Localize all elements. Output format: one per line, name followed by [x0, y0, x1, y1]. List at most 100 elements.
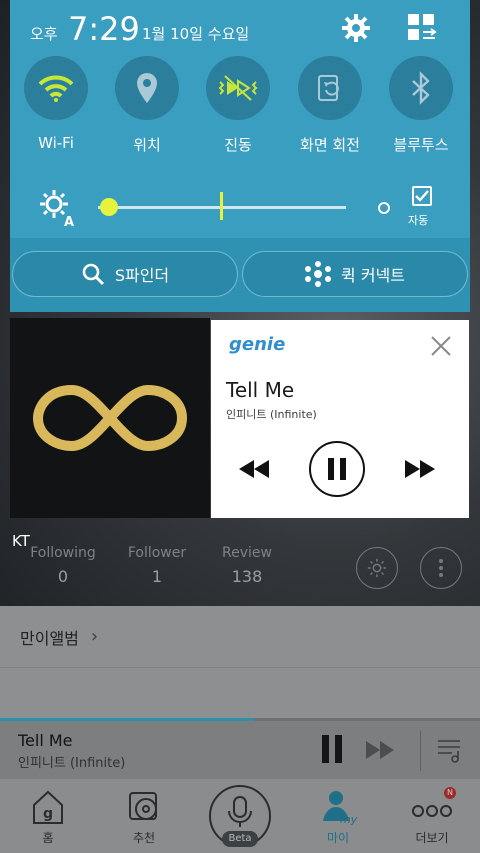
toggle-location-circle [115, 56, 179, 120]
nav-more[interactable]: N 더보기 [392, 779, 472, 853]
svg-text:A: A [64, 215, 74, 228]
clock-time: 7:29 [68, 10, 140, 48]
carrier-label: KT [12, 532, 30, 550]
s-finder-button[interactable]: S파인더 [12, 251, 238, 297]
playlist-button[interactable] [436, 737, 468, 763]
brightness-auto-icon: A [40, 190, 74, 228]
s-finder-label: S파인더 [114, 266, 170, 285]
brightness-auto-marker [220, 192, 223, 220]
stat-review-value: 138 [231, 567, 263, 586]
profile-more-button[interactable] [420, 547, 462, 589]
toggle-vibrate[interactable]: 진동 [198, 56, 278, 155]
nav-voice-search[interactable]: Beta [200, 779, 280, 853]
stat-following[interactable]: Following 0 [28, 545, 98, 586]
widget-track-artist: 인피니트 (Infinite) [226, 408, 317, 421]
widget-track-title: Tell Me [226, 378, 295, 402]
my-album-row[interactable]: 만이앨범 › [0, 606, 480, 668]
brightness-row: A 자동 [10, 182, 470, 232]
toggle-location[interactable]: 위치 [107, 56, 187, 155]
location-pin-icon [137, 73, 157, 103]
vibrate-icon [218, 75, 258, 101]
brightness-slider-thumb[interactable] [100, 198, 119, 216]
close-icon[interactable] [429, 334, 453, 358]
bluetooth-icon [412, 71, 430, 105]
my-profile-icon: my [323, 791, 358, 826]
genie-music-widget: genie Tell Me 인피니트 (Infinite) [211, 320, 469, 518]
toggle-wifi[interactable]: Wi-Fi [16, 56, 96, 152]
clock-ampm: 오후 [30, 25, 58, 43]
toggle-rotation-label: 화면 회전 [300, 136, 360, 154]
new-badge: N [444, 787, 456, 799]
stat-follower-value: 1 [151, 567, 163, 586]
toggle-bluetooth[interactable]: 블루투스 [381, 56, 461, 155]
stat-review[interactable]: Review 138 [212, 545, 282, 586]
more-vertical-icon [439, 559, 443, 577]
settings-gear-icon[interactable] [340, 12, 372, 44]
toggle-vibrate-label: 진동 [224, 136, 252, 154]
rewind-icon[interactable] [237, 458, 271, 480]
toggle-location-label: 위치 [133, 136, 161, 154]
profile-stats: Following 0 Follower 1 Review 138 [0, 545, 480, 605]
nav-my-label: 마이 [326, 831, 350, 845]
nav-recommend[interactable]: 추천 [104, 779, 184, 853]
quick-connect-button[interactable]: 퀵 커넥트 [242, 251, 468, 297]
mini-player[interactable]: Tell Me 인피니트 (Infinite) [0, 721, 480, 779]
disc-icon [129, 792, 157, 820]
fast-forward-icon[interactable] [403, 458, 437, 480]
toggle-vibrate-circle [206, 56, 270, 120]
pause-icon [328, 458, 334, 480]
toggle-screen-rotation[interactable]: 화면 회전 [290, 56, 370, 155]
gear-icon [367, 558, 387, 578]
chevron-right-icon: › [90, 626, 99, 647]
profile-settings-button[interactable] [356, 547, 398, 589]
widget-pause-button[interactable] [309, 441, 365, 497]
screen-rotation-icon [318, 75, 339, 101]
brightness-auto-label: 자동 [408, 214, 429, 227]
nav-home-label: 홈 [42, 831, 54, 845]
brightness-max-indicator [378, 202, 390, 214]
beta-badge: Beta [222, 831, 258, 847]
album-art[interactable] [10, 318, 210, 518]
toggle-wifi-label: Wi-Fi [38, 134, 74, 152]
notification-shade: 오후 7:29 1월 10일 수요일 Wi-Fi 위치 진동 화면 회전 블루투… [10, 0, 470, 312]
status-time-row: 오후 7:29 1월 10일 수요일 [10, 10, 470, 54]
brightness-auto-checkbox[interactable] [412, 186, 432, 206]
microphone-icon [228, 796, 252, 827]
nav-my[interactable]: my 마이 [298, 779, 378, 853]
stat-following-value: 0 [57, 567, 69, 586]
mini-player-next-button[interactable] [364, 737, 398, 763]
infinite-logo [32, 384, 188, 452]
nav-home[interactable]: g 홈 [8, 779, 88, 853]
toggle-bluetooth-circle [389, 56, 453, 120]
stat-following-label: Following [30, 545, 96, 561]
pause-icon [340, 458, 346, 480]
mini-player-artist: 인피니트 (Infinite) [18, 756, 126, 771]
mini-player-pause-button[interactable] [320, 735, 346, 765]
pause-icon [322, 735, 329, 763]
toggle-wifi-circle [24, 56, 88, 120]
svg-text:my: my [340, 813, 358, 826]
bottom-navigation: g 홈 추천 Beta my 마이 N 더보기 [0, 779, 480, 853]
home-icon: g [33, 790, 63, 824]
nav-more-label: 더보기 [415, 831, 449, 845]
stat-review-label: Review [222, 545, 272, 561]
toggle-rotation-circle [298, 56, 362, 120]
playlist-icon [438, 740, 460, 763]
clock-date: 1월 10일 수요일 [142, 25, 250, 43]
quick-connect-icon [305, 261, 332, 287]
toggle-bluetooth-label: 블루투스 [393, 136, 449, 154]
my-album-label: 만이앨범 [20, 628, 79, 648]
nav-recommend-label: 추천 [132, 831, 156, 845]
stat-follower[interactable]: Follower 1 [122, 545, 192, 586]
checkmark-icon [415, 190, 429, 202]
mini-player-title: Tell Me [18, 731, 73, 750]
fast-forward-icon [366, 741, 394, 759]
stat-follower-label: Follower [127, 545, 187, 561]
profile-list: 만이앨범 › [0, 606, 480, 718]
edit-quick-settings-icon[interactable] [406, 12, 438, 44]
quick-connect-label: 퀵 커넥트 [341, 266, 405, 285]
genie-logo: genie [229, 334, 286, 355]
search-icon [82, 263, 104, 286]
wifi-icon [38, 75, 74, 102]
mini-player-divider [420, 731, 421, 771]
